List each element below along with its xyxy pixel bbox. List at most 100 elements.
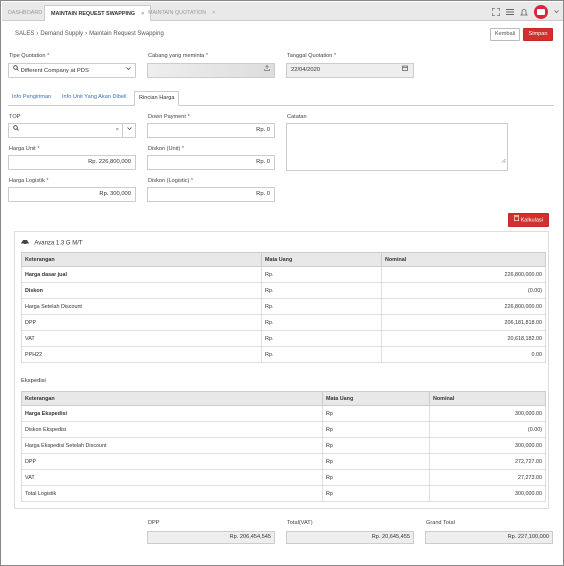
car-icon (21, 239, 29, 247)
kalkulasi-button[interactable]: Kalkulasi (508, 213, 549, 227)
tab-maintain-quotation[interactable]: MAINTAIN QUOTATION × (148, 5, 215, 21)
cell-nominal: 300,000.00 (429, 405, 546, 422)
top-select[interactable]: × (8, 123, 136, 138)
cabang-field[interactable] (147, 63, 275, 78)
required-mark: * (333, 53, 337, 59)
vehicle-title: Avanza 1.3 G M/T (21, 239, 83, 247)
ekspedisi-title: Ekspedisi (21, 378, 46, 384)
tab-maintain-request-swapping[interactable]: MAINTAIN REQUEST SWAPPING × (44, 5, 152, 21)
diskon-unit-input[interactable]: Rp. 0 (147, 155, 275, 170)
breadcrumb-sales[interactable]: SALES (15, 31, 34, 37)
tab-info-unit[interactable]: Info Unit Yang Akan Dibeli (58, 91, 130, 106)
summary-grand-label: Grand Total (426, 520, 455, 526)
table-row: Harga Setelah Discount Rp. 226,800,000.00 (21, 298, 546, 315)
close-icon[interactable]: × (212, 10, 215, 16)
harga-unit-input[interactable]: Rp. 226,800,000 (8, 155, 136, 170)
harga-unit-label: Harga Unit * (9, 146, 40, 152)
cell-nominal: 206,181,818.00 (381, 314, 546, 331)
label-text: Down Payment (148, 114, 186, 120)
summary-grand-value: Rp. 227,100,000 (425, 531, 553, 544)
label-text: Harga Logistik (9, 178, 45, 184)
menu-icon[interactable] (506, 8, 514, 16)
summary-vat-label: Total(VAT) (287, 520, 313, 526)
app-frame: DASHBOARD MAINTAIN REQUEST SWAPPING × MAI… (0, 0, 564, 566)
cell-nominal: 300,000.00 (429, 485, 546, 502)
breadcrumb-demand-supply[interactable]: Demand Supply (40, 31, 83, 37)
tab-info-pengiriman[interactable]: Info Pengiriman (8, 91, 55, 106)
close-icon[interactable]: × (116, 124, 119, 137)
cell-mata-uang: Rp. (261, 266, 382, 283)
cell-mata-uang: Rp. (261, 298, 382, 315)
bell-icon[interactable] (520, 8, 528, 16)
cell-keterangan: Total Logistik (21, 485, 323, 502)
tab-dashboard[interactable]: DASHBOARD (8, 5, 42, 21)
close-icon[interactable]: × (141, 11, 144, 17)
tab-label: DASHBOARD (8, 10, 43, 16)
required-mark: * (47, 53, 50, 59)
diskon-logistic-input[interactable]: Rp. 0 (147, 187, 275, 202)
tanggal-field[interactable]: 22/04/2020 (286, 63, 414, 78)
top-label: TOP (9, 114, 21, 120)
cell-mata-uang: Rp. (261, 346, 382, 363)
vehicle-name: Avanza 1.3 G M/T (34, 240, 83, 247)
label-text: Diskon (Logistic) (148, 178, 190, 184)
cell-mata-uang: Rp (322, 405, 430, 422)
harga-logistik-label: Harga Logistik * (9, 178, 49, 184)
tanggal-value: 22/04/2020 (291, 67, 321, 73)
tab-bar: DASHBOARD MAINTAIN REQUEST SWAPPING × MAI… (2, 2, 563, 21)
table-row: Total Logistik Rp 300,000.00 (21, 485, 546, 502)
calendar-icon[interactable] (402, 64, 408, 77)
cell-nominal: 226,800,000.00 (381, 266, 546, 283)
cell-nominal: (0.00) (429, 421, 546, 438)
resize-handle-icon[interactable] (501, 156, 506, 169)
chevron-down-icon (126, 64, 131, 77)
column-header: Mata Uang (322, 391, 430, 406)
table-row: Harga dasar jual Rp. 226,800,000.00 (21, 266, 546, 283)
table-row: VAT Rp 27,273.00 (21, 469, 546, 486)
search-icon (13, 64, 19, 77)
fullscreen-icon[interactable] (491, 7, 501, 17)
table-header-row: Keterangan Mata Uang Nominal (21, 391, 546, 406)
table-row: Harga Ekspedisi Rp 300,000.00 (21, 405, 546, 422)
avatar[interactable] (534, 5, 548, 19)
sub-tabs: Info Pengiriman Info Unit Yang Akan Dibe… (8, 91, 554, 106)
breadcrumb-separator-icon: › (85, 31, 88, 37)
column-header: Keterangan (21, 391, 323, 406)
cell-mata-uang: Rp (322, 437, 430, 454)
catatan-label: Catatan (287, 114, 307, 120)
catatan-textarea[interactable] (286, 123, 508, 171)
cell-keterangan: VAT (21, 330, 262, 347)
top-icons (491, 5, 559, 19)
down-payment-input[interactable]: Rp. 0 (147, 123, 275, 138)
tab-label: MAINTAIN REQUEST SWAPPING (51, 11, 136, 17)
tab-rincian-harga[interactable]: Rincian Harga (134, 91, 180, 106)
detail-panel: Avanza 1.3 G M/T Keterangan Mata Uang No… (14, 231, 549, 509)
column-header: Nominal (381, 252, 546, 267)
back-button[interactable]: Kembali (490, 28, 520, 41)
tipe-quotation-select[interactable]: Different Company at PDS (8, 63, 136, 78)
cell-keterangan: Harga Setelah Discount (21, 298, 262, 315)
tipe-quotation-value: Different Company at PDS (20, 68, 89, 75)
tab-label: MAINTAIN QUOTATION (148, 10, 207, 16)
table-row: DPP Rp. 206,181,818.00 (21, 314, 546, 331)
cell-keterangan: Harga Ekspedisi (21, 405, 323, 422)
harga-logistik-input[interactable]: Rp. 300,000 (8, 187, 136, 202)
column-header: Nominal (429, 391, 546, 406)
breadcrumb: SALES › Demand Supply › Maintain Request Swa… (15, 31, 164, 37)
ekspedisi-table: Keterangan Mata Uang Nominal Harga Ekspe… (21, 391, 546, 502)
cell-nominal: 226,800,000.00 (381, 298, 546, 315)
table-row: Diskon Rp. (0.00) (21, 282, 546, 299)
cell-keterangan: Harga Ekspedisi Setelah Discount (21, 437, 323, 454)
summary-dpp-value: Rp. 206,454,545 (147, 531, 275, 544)
cell-mata-uang: Rp (322, 469, 430, 486)
table-row: Diskon Ekspedisi Rp (0.00) (21, 421, 546, 438)
upload-icon[interactable] (264, 64, 270, 77)
cell-keterangan: DPP (21, 453, 323, 470)
cell-keterangan: Diskon (21, 282, 262, 299)
tanggal-label: Tanggal Quotation * (287, 53, 336, 59)
cell-nominal: 0.00 (381, 346, 546, 363)
chevron-down-icon[interactable] (554, 8, 559, 16)
save-button[interactable]: Simpan (523, 28, 553, 41)
cell-keterangan: Harga dasar jual (21, 266, 262, 283)
chevron-down-icon[interactable] (122, 124, 135, 137)
